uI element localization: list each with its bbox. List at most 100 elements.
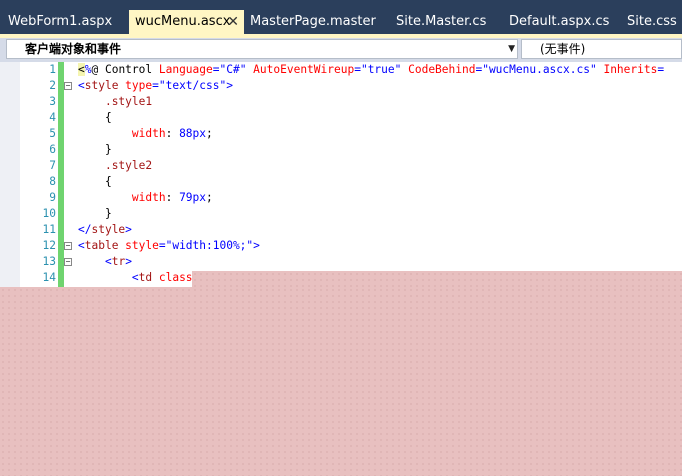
document-tab-bar: WebForm1.aspx wucMenu.ascx ✕ MasterPage.… [0,0,682,34]
code-text: } [78,142,112,158]
code-token: ="wucMenu.ascx.cs" [475,63,604,76]
code-token: </ [78,223,92,236]
code-line: 4 { [0,110,682,126]
code-line: 9 width: 79px; [0,190,682,206]
code-token: { [78,111,112,124]
code-token: td [138,271,159,284]
object-dropdown-value: 客户端对象和事件 [25,42,122,56]
code-text: <table style="width:100%;"> [78,238,260,254]
tab-masterpage[interactable]: MasterPage.master [250,10,376,34]
code-token: ="C#" [212,63,254,76]
code-line: 12− <table style="width:100%;"> [0,238,682,254]
code-token: Inherits [603,63,658,76]
redaction-overlay [0,287,682,476]
code-text: } [78,206,112,222]
tab-wucmenu[interactable]: wucMenu.ascx ✕ [129,10,244,34]
tab-label: Default.aspx.cs [509,14,610,29]
line-number: 13 [42,255,56,268]
close-icon[interactable]: ✕ [227,10,239,34]
tab-label: Site.Master.cs [396,14,487,29]
line-number: 7 [49,159,56,172]
code-token: } [78,143,112,156]
code-line: 5 width: 88px; [0,126,682,142]
code-token: tr [111,255,126,268]
code-line: 13− <tr> [0,254,682,270]
code-text: <tr> [78,254,132,270]
line-number: 14 [42,271,56,284]
code-token: width [131,191,166,204]
code-token: .style1 [104,95,153,108]
code-token: > [125,255,132,268]
code-text: .style2 [78,158,152,174]
code-token: style [91,223,126,236]
code-text: <style type="text/css"> [78,78,233,94]
line-number: 10 [42,207,56,220]
code-token: style [125,239,159,252]
code-text: { [78,110,112,126]
code-token: .style2 [104,159,153,172]
event-dropdown-value: (无事件) [540,42,586,56]
tab-default-aspx-cs[interactable]: Default.aspx.cs [509,10,609,34]
line-number: 6 [49,143,56,156]
line-number: 5 [49,127,56,140]
code-token: : [165,191,180,204]
collapse-icon[interactable]: − [64,258,72,266]
line-number: 4 [49,111,56,124]
code-token: > [125,223,132,236]
redaction-overlay [192,271,682,287]
code-token: < [104,255,112,268]
code-token: table [84,239,126,252]
code-token: < [78,79,85,92]
line-number: 9 [49,191,56,204]
code-token: < [131,271,139,284]
code-token: } [78,207,112,220]
tab-label: MasterPage.master [250,14,376,29]
code-line: 11 </style> [0,222,682,238]
code-token: < [78,63,85,76]
tab-webform1[interactable]: WebForm1.aspx [8,10,112,34]
code-token: % [84,63,92,76]
line-number: 1 [49,63,56,76]
code-token: @ Control [91,63,159,76]
object-dropdown[interactable]: 客户端对象和事件 ▼ [6,39,518,59]
code-line: 2− <style type="text/css"> [0,78,682,94]
code-token: AutoEventWireup [253,63,355,76]
code-token: Language [158,63,213,76]
tab-site-master-cs[interactable]: Site.Master.cs [396,10,486,34]
code-token: { [78,175,112,188]
code-line: 6 } [0,142,682,158]
line-number: 11 [42,223,56,236]
navigation-bar: 客户端对象和事件 ▼ (无事件) [0,38,682,62]
code-line: 3 .style1 [0,94,682,110]
code-text: { [78,174,112,190]
code-token: ="width:100%;"> [158,239,260,252]
code-token: 88px [179,127,207,140]
code-token: type [125,79,153,92]
code-line: 1 <%@ Control Language="C#" AutoEventWire… [0,62,682,78]
code-token: CodeBehind [408,63,476,76]
code-token: ; [206,191,213,204]
code-text: width: 88px; [78,126,213,142]
code-text: </style> [78,222,132,238]
code-text: .style1 [78,94,152,110]
code-token: ="true" [354,63,409,76]
tab-label: wucMenu.ascx [135,14,231,29]
line-number: 8 [49,175,56,188]
code-text: <td class=" [78,270,206,286]
tab-site-css[interactable]: Site.css [627,10,677,34]
collapse-icon[interactable]: − [64,82,72,90]
collapse-icon[interactable]: − [64,242,72,250]
tab-label: Site.css [627,14,677,29]
code-token: width [131,127,166,140]
chevron-down-icon: ▼ [508,44,515,54]
code-token: < [78,239,85,252]
event-dropdown[interactable]: (无事件) [521,39,682,59]
line-number: 3 [49,95,56,108]
line-number: 12 [42,239,56,252]
